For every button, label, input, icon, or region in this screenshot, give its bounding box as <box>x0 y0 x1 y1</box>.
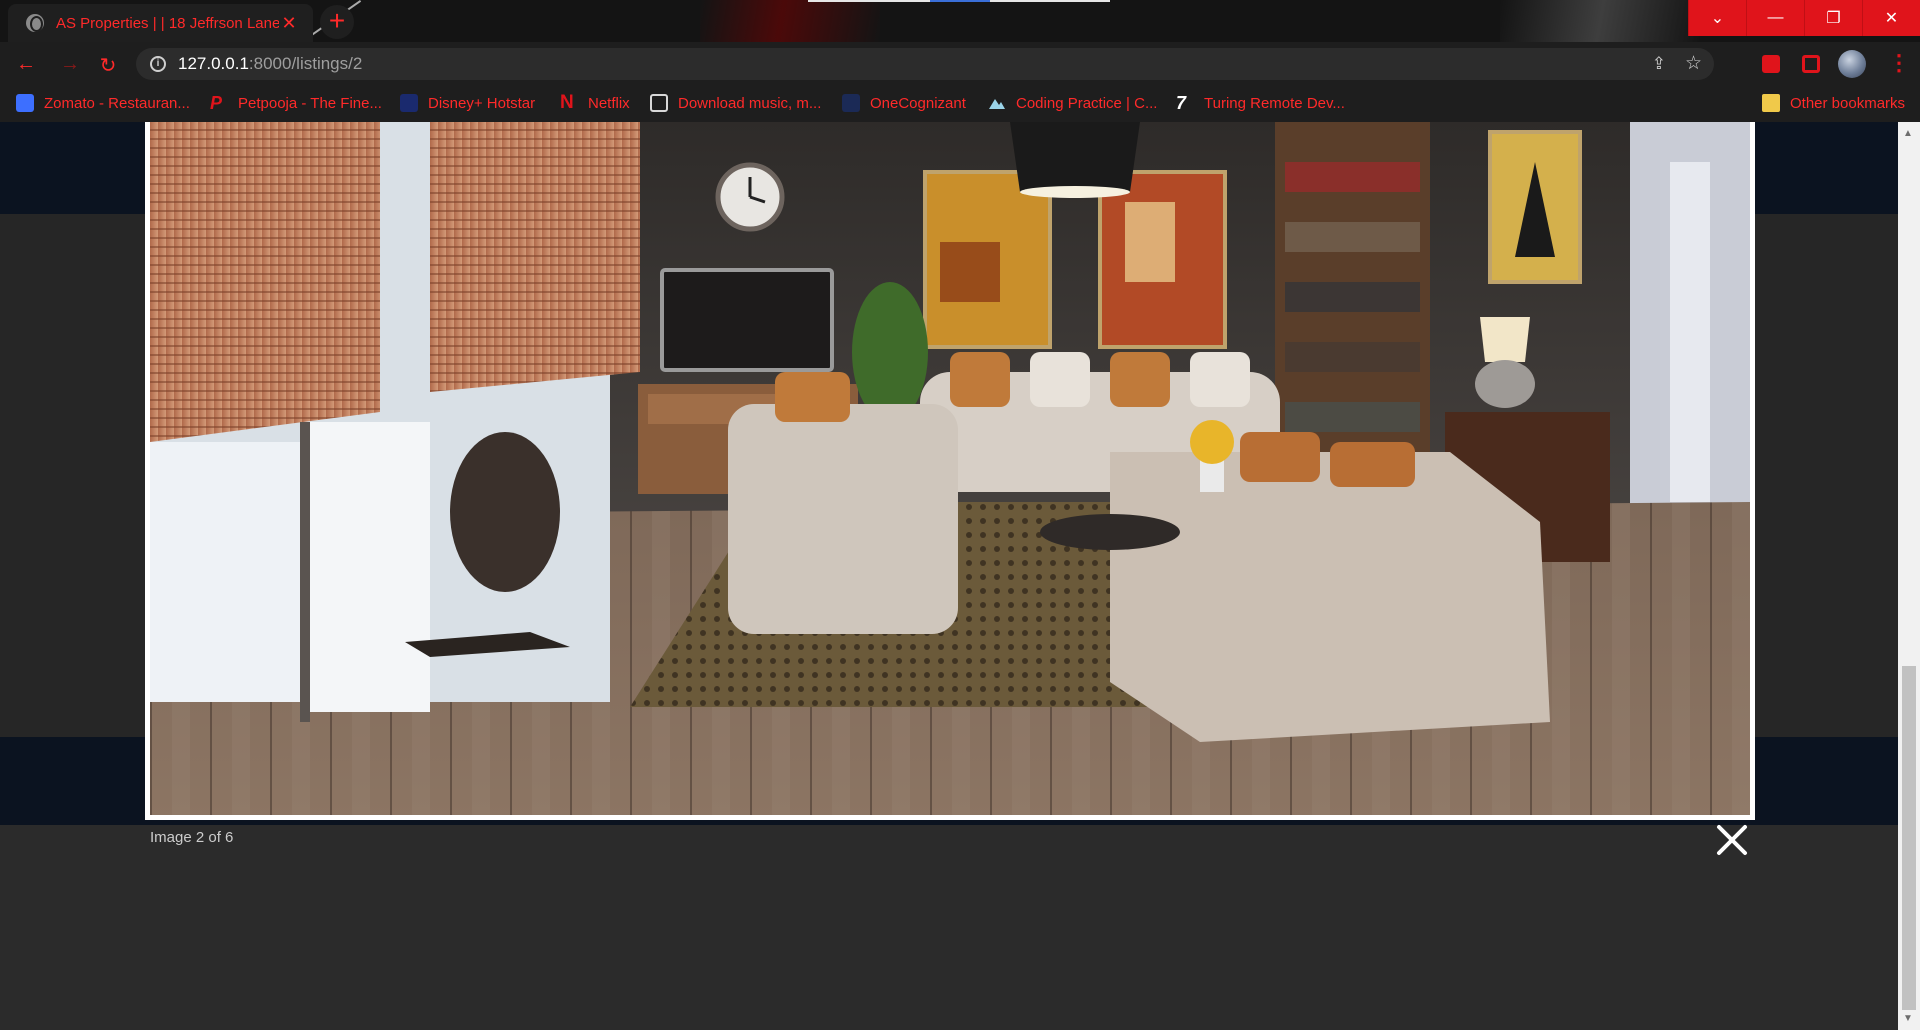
bookmark-label: Disney+ Hotstar <box>428 94 536 112</box>
extension-square-icon[interactable] <box>1802 55 1820 73</box>
bookmark-item-coding-practice[interactable]: Coding Practice | C... <box>988 94 1157 112</box>
bookmark-star-icon[interactable]: ☆ <box>1685 52 1702 75</box>
petpooja-favicon-icon: P <box>210 93 223 113</box>
browser-titlebar: AS Properties | | 18 Jeffrson Lane ✕ + ⌄… <box>0 0 1920 42</box>
tab-close-button[interactable]: ✕ <box>279 13 299 34</box>
living-room-photo <box>150 122 1750 815</box>
browser-toolbar: ← → ↻ i 127.0.0.1:8000/listings/2 ⇪ ☆ ⋮ <box>0 42 1920 86</box>
browser-menu-icon[interactable]: ⋮ <box>1888 50 1910 76</box>
netflix-favicon-icon: N <box>560 92 574 113</box>
bookmark-item-petpooja[interactable]: P Petpooja - The Fine... <box>210 94 382 112</box>
zomato-favicon-icon <box>16 94 34 112</box>
reload-icon[interactable]: ↻ <box>96 53 120 78</box>
profile-avatar[interactable] <box>1838 50 1866 78</box>
lightbox-image[interactable] <box>145 122 1755 820</box>
scrollbar-thumb[interactable] <box>1902 666 1916 1010</box>
share-icon[interactable]: ⇪ <box>1652 54 1666 74</box>
page-scrollbar[interactable]: ▲ ▼ <box>1898 122 1920 1030</box>
bookmark-item-onecognizant[interactable]: OneCognizant <box>842 94 966 112</box>
bookmark-label: Zomato - Restauran... <box>44 94 190 112</box>
download-music-favicon-icon <box>650 94 668 112</box>
bookmark-item-netflix[interactable]: N Netflix <box>560 92 630 113</box>
globe-icon <box>26 14 44 32</box>
bookmark-item-download-music[interactable]: Download music, m... <box>650 94 821 112</box>
lightbox-close-button[interactable] <box>1714 822 1750 858</box>
back-arrow-icon[interactable]: ← <box>14 53 38 76</box>
bookmarks-bar: Zomato - Restauran... P Petpooja - The F… <box>0 86 1920 122</box>
new-tab-button[interactable]: + <box>320 5 354 39</box>
minimize-button[interactable]: — <box>1746 0 1804 36</box>
url-path: :8000/listings/2 <box>248 54 363 73</box>
extension-puzzle-icon[interactable] <box>1762 55 1780 73</box>
bookmark-label: Netflix <box>588 94 630 112</box>
bookmark-label: OneCognizant <box>870 94 966 112</box>
close-icon <box>1717 825 1747 855</box>
site-info-icon[interactable]: i <box>150 56 166 72</box>
titlebar-wallpaper <box>700 0 880 42</box>
bookmark-label: Turing Remote Dev... <box>1204 94 1345 112</box>
onecognizant-favicon-icon <box>842 94 860 112</box>
bookmark-label: Petpooja - The Fine... <box>238 94 382 112</box>
folder-icon <box>1762 94 1780 112</box>
forward-arrow-icon[interactable]: → <box>58 53 82 76</box>
other-bookmarks-label: Other bookmarks <box>1790 94 1906 112</box>
tab-search-button[interactable]: ⌄ <box>1688 0 1746 36</box>
other-bookmarks-folder[interactable]: Other bookmarks <box>1762 94 1905 112</box>
bookmark-item-hotstar[interactable]: Disney+ Hotstar <box>400 94 535 112</box>
scroll-up-arrow-icon[interactable]: ▲ <box>1903 128 1913 139</box>
restore-button[interactable]: ❐ <box>1804 0 1862 36</box>
scroll-down-arrow-icon[interactable]: ▼ <box>1903 1013 1913 1024</box>
bookmark-item-turing[interactable]: 7 Turing Remote Dev... <box>1176 94 1345 112</box>
browser-tab-active[interactable]: AS Properties | | 18 Jeffrson Lane ✕ <box>8 4 313 42</box>
mountain-favicon-icon <box>988 94 1006 112</box>
address-bar[interactable]: i 127.0.0.1:8000/listings/2 ⇪ ☆ <box>136 48 1714 80</box>
url-host: 127.0.0.1 <box>178 54 249 73</box>
tab-title: AS Properties | | 18 Jeffrson Lane <box>56 14 279 32</box>
titlebar-top-line-accent <box>930 0 990 2</box>
bookmark-label: Download music, m... <box>678 94 822 112</box>
window-close-button[interactable]: ✕ <box>1862 0 1920 36</box>
titlebar-wallpaper-glow <box>1500 0 1700 42</box>
hotstar-favicon-icon <box>400 94 418 112</box>
turing-favicon-icon: 7 <box>1176 93 1187 113</box>
window-controls: ⌄ — ❐ ✕ <box>1688 0 1920 36</box>
url-text: 127.0.0.1:8000/listings/2 <box>178 54 362 74</box>
bookmark-item-zomato[interactable]: Zomato - Restauran... <box>16 94 190 112</box>
bookmark-label: Coding Practice | C... <box>1016 94 1158 112</box>
lightbox-caption: Image 2 of 6 <box>150 829 234 846</box>
